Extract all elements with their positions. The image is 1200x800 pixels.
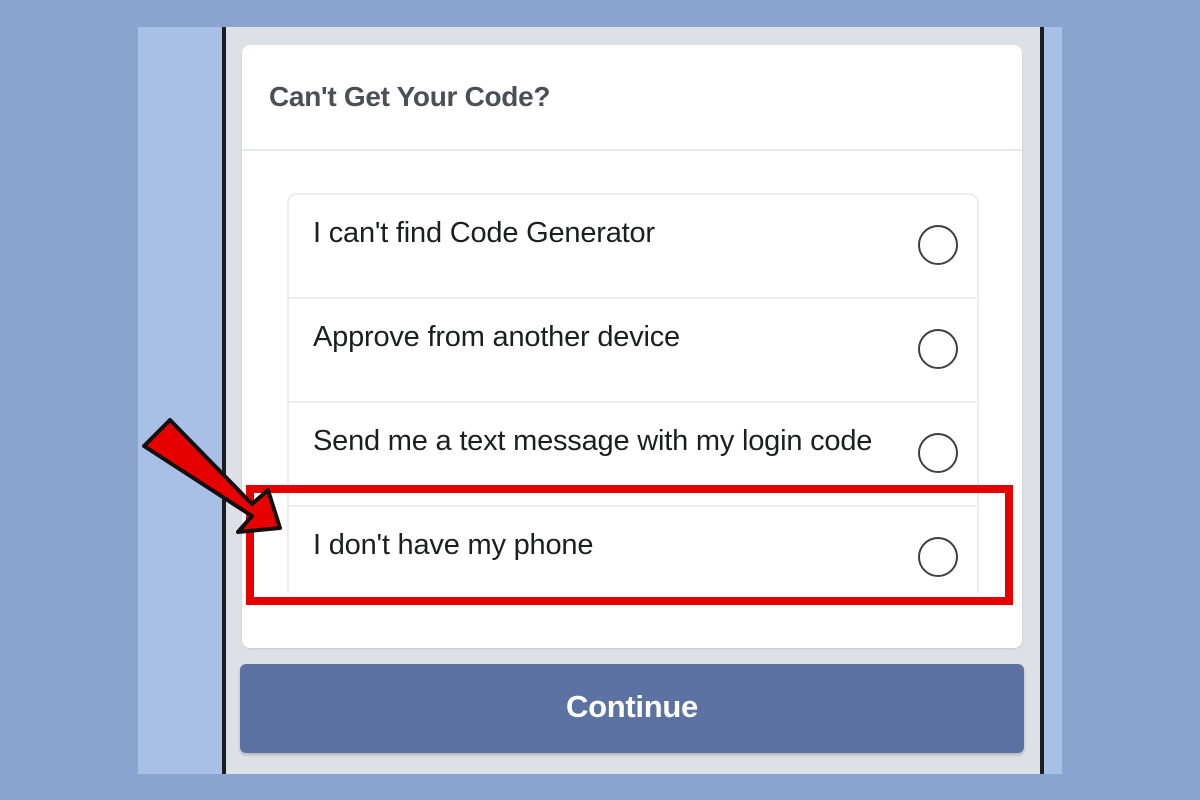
option-text-message[interactable]: Send me a text message with my login cod… <box>289 403 977 507</box>
dialog-header: Can't Get Your Code? <box>242 45 1022 151</box>
radio-button[interactable] <box>918 329 958 369</box>
option-label: I can't find Code Generator <box>313 217 655 249</box>
radio-button[interactable] <box>918 537 958 577</box>
options-list: I can't find Code Generator Approve from… <box>287 193 979 593</box>
option-label: Send me a text message with my login cod… <box>313 425 873 457</box>
radio-button[interactable] <box>918 225 958 265</box>
dialog-title: Can't Get Your Code? <box>269 81 551 112</box>
radio-button[interactable] <box>918 433 958 473</box>
option-label: I don't have my phone <box>313 529 594 561</box>
option-approve-another-device[interactable]: Approve from another device <box>289 299 977 403</box>
option-no-phone[interactable]: I don't have my phone <box>289 507 977 593</box>
cant-get-code-dialog: Can't Get Your Code? I can't find Code G… <box>242 45 1022 648</box>
continue-button[interactable]: Continue <box>240 664 1024 753</box>
option-label: Approve from another device <box>313 321 680 353</box>
option-code-generator[interactable]: I can't find Code Generator <box>289 195 977 299</box>
